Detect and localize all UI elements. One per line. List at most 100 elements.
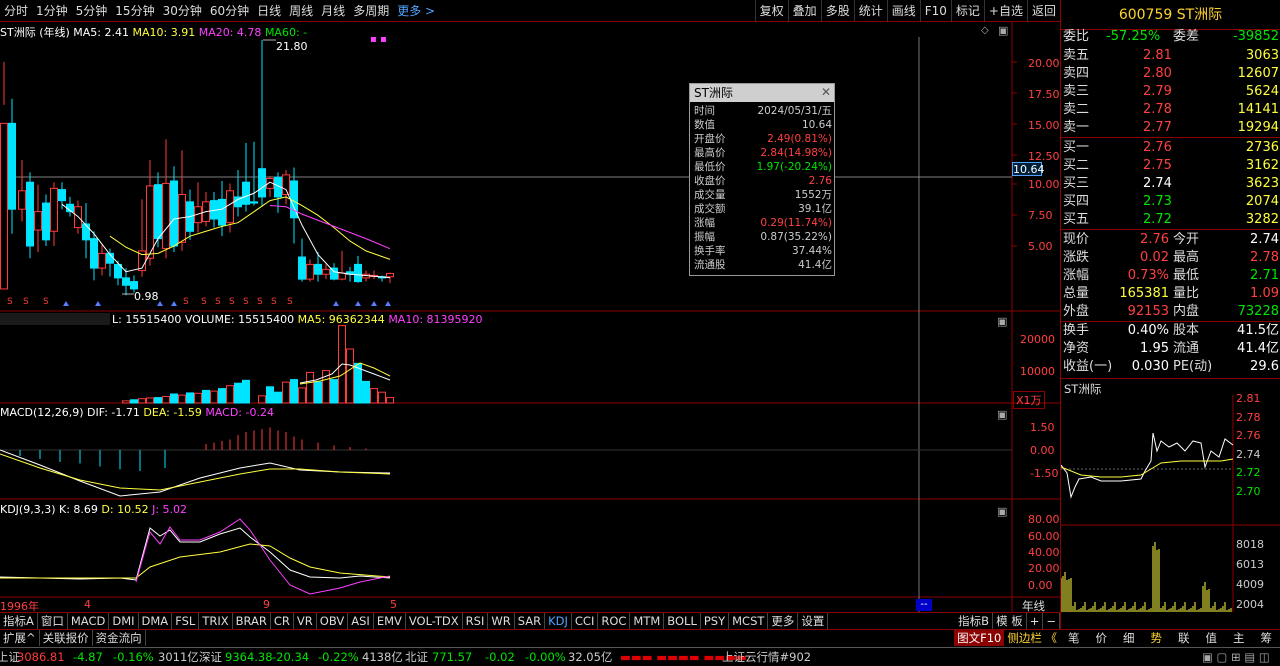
toolbar-action-8[interactable]: 返回 — [1026, 0, 1060, 22]
period-tab-3[interactable]: 15分钟 — [111, 0, 158, 22]
macd-window-icon[interactable]: ▣ — [997, 408, 1007, 421]
indicator-right-tab-0[interactable]: 指标B — [955, 613, 994, 629]
indicator-tab-boll[interactable]: BOLL — [664, 613, 701, 629]
ask-row[interactable]: 卖四 2.80 12607 — [1061, 65, 1280, 83]
bid-row[interactable]: 买五 2.72 3282 — [1061, 211, 1280, 229]
f10-button[interactable]: 图文F10 — [954, 630, 1005, 646]
period-tab-1[interactable]: 1分钟 — [32, 0, 72, 22]
indicator-right-tab-1[interactable]: 模 板 — [993, 613, 1027, 629]
period-tab-7[interactable]: 周线 — [285, 0, 317, 22]
toolbar-action-4[interactable]: 画线 — [886, 0, 920, 22]
side-tab-7[interactable]: 筹 — [1253, 630, 1280, 646]
indicator-tab-emv[interactable]: EMV — [374, 613, 406, 629]
period-tab-0[interactable]: 分时 — [0, 0, 32, 22]
toolbar-action-7[interactable]: +自选 — [983, 0, 1027, 22]
indicator-tab-macd[interactable]: MACD — [68, 613, 110, 629]
bid-row[interactable]: 买一 2.76 2736 — [1061, 139, 1280, 157]
strip-tab-0[interactable]: 扩展^ — [0, 630, 40, 646]
toolbar-action-3[interactable]: 统计 — [853, 0, 887, 22]
indicator-tab-mcst[interactable]: MCST — [729, 613, 769, 629]
indicator-tab-设置[interactable]: 设置 — [798, 613, 829, 629]
bid-row[interactable]: 买三 2.74 3623 — [1061, 175, 1280, 193]
toolbar-action-6[interactable]: 标记 — [950, 0, 984, 22]
indicator-tab-trix[interactable]: TRIX — [199, 613, 233, 629]
indicator-tab-psy[interactable]: PSY — [701, 613, 730, 629]
side-tab-0[interactable]: 笔 — [1060, 630, 1088, 646]
indicator-right-tab-2[interactable]: + — [1027, 613, 1044, 629]
vol-ma10: MA10: 81395920 — [388, 313, 483, 326]
indicator-tab-asi[interactable]: ASI — [348, 613, 374, 629]
period-tab-2[interactable]: 5分钟 — [72, 0, 112, 22]
indicator-tab-cr[interactable]: CR — [271, 613, 294, 629]
side-tab-4[interactable]: 联 — [1170, 630, 1198, 646]
volume-bar — [122, 400, 130, 404]
side-tab-6[interactable]: 主 — [1225, 630, 1253, 646]
period-tab-8[interactable]: 月线 — [317, 0, 349, 22]
sidebar-toggle[interactable]: 侧边栏 《 — [1004, 630, 1060, 646]
indicator-tab-brar[interactable]: BRAR — [233, 613, 271, 629]
ask-row[interactable]: 卖三 2.79 5624 — [1061, 83, 1280, 101]
period-tab-4[interactable]: 30分钟 — [159, 0, 206, 22]
candle-body — [90, 238, 98, 269]
indicator-right-tab-3[interactable]: − — [1043, 613, 1060, 629]
window-restore-icon[interactable]: ▣ — [998, 24, 1008, 37]
more-periods-button[interactable]: 更多 > — [393, 0, 439, 22]
indicator-tab-dma[interactable]: DMA — [139, 613, 173, 629]
toolbar-action-1[interactable]: 叠加 — [787, 0, 821, 22]
bid-row[interactable]: 买二 2.75 3162 — [1061, 157, 1280, 175]
fund-value: 0.40% — [1127, 323, 1169, 338]
indicator-tab-dmi[interactable]: DMI — [109, 613, 139, 629]
sell-signal-marker: S — [229, 297, 235, 307]
volaxis-tick: 20000 — [1020, 333, 1055, 346]
buy-signal-marker — [333, 301, 339, 306]
ask-row[interactable]: 卖一 2.77 19294 — [1061, 119, 1280, 137]
indicator-tab-cci[interactable]: CCI — [572, 613, 599, 629]
indicator-tab-roc[interactable]: ROC — [598, 613, 631, 629]
bid-level: 买四 — [1063, 194, 1090, 209]
indicator-tab-fsl[interactable]: FSL — [172, 613, 200, 629]
indicator-tab-指标a[interactable]: 指标A — [0, 613, 38, 629]
strip-tab-1[interactable]: 关联报价 — [40, 630, 93, 646]
side-tab-2[interactable]: 细 — [1115, 630, 1143, 646]
ask-row[interactable]: 卖二 2.78 14141 — [1061, 101, 1280, 119]
toolbar-action-2[interactable]: 多股 — [820, 0, 854, 22]
ask-row[interactable]: 卖五 2.81 3063 — [1061, 47, 1280, 65]
indicator-tab-obv[interactable]: OBV — [317, 613, 349, 629]
fundamental-row: 换手 0.40% 股本 41.5亿 — [1061, 322, 1280, 340]
stat-value: 2.78 — [1250, 250, 1279, 265]
indicator-tab-更多[interactable]: 更多 — [768, 613, 799, 629]
bid-row[interactable]: 买四 2.73 2074 — [1061, 193, 1280, 211]
indicator-tab-vr[interactable]: VR — [294, 613, 317, 629]
period-tab-6[interactable]: 日线 — [253, 0, 285, 22]
period-tab-5[interactable]: 60分钟 — [206, 0, 253, 22]
indicator-tab-wr[interactable]: WR — [488, 613, 515, 629]
side-tab-3[interactable]: 势 — [1143, 630, 1171, 646]
indicator-tab-mtm[interactable]: MTM — [630, 613, 665, 629]
bz-index-name[interactable]: 北证 — [405, 648, 428, 666]
volaxis-tick: 10000 — [1020, 365, 1055, 378]
sz-index-name[interactable]: 深证 — [199, 648, 222, 666]
toolbar-action-5[interactable]: F10 — [919, 0, 951, 22]
side-tab-5[interactable]: 值 — [1198, 630, 1226, 646]
candle-body — [250, 201, 258, 204]
indicator-tab-vol-tdx[interactable]: VOL-TDX — [406, 613, 463, 629]
cloud-quote-status[interactable]: 上证云行情#902 — [722, 648, 811, 666]
tooltip-key: 开盘价 — [694, 133, 726, 145]
indicator-tab-rsi[interactable]: RSI — [463, 613, 489, 629]
candle-body — [226, 190, 234, 224]
vol-window-icon[interactable]: ▣ — [997, 315, 1007, 328]
indicator-tab-kdj[interactable]: KDJ — [545, 613, 572, 629]
period-tab-9[interactable]: 多周期 — [349, 0, 393, 22]
strip-tab-2[interactable]: 资金流向 — [93, 630, 146, 646]
diamond-icon[interactable]: ◇ — [981, 25, 989, 36]
indicator-tab-窗口[interactable]: 窗口 — [38, 613, 68, 629]
mini-price-tick: 2.81 — [1236, 392, 1261, 405]
kdj-window-icon[interactable]: ▣ — [997, 505, 1007, 518]
tooltip-close-icon[interactable]: ✕ — [821, 85, 831, 99]
status-icons[interactable]: ▣ ▢ ⊞ ▤ ◫ — [1202, 648, 1270, 666]
indicator-tab-sar[interactable]: SAR — [515, 613, 546, 629]
mini-price-line — [1061, 432, 1234, 499]
fund-label: 股本 — [1173, 323, 1200, 338]
toolbar-action-0[interactable]: 复权 — [754, 0, 788, 22]
side-tab-1[interactable]: 价 — [1088, 630, 1116, 646]
